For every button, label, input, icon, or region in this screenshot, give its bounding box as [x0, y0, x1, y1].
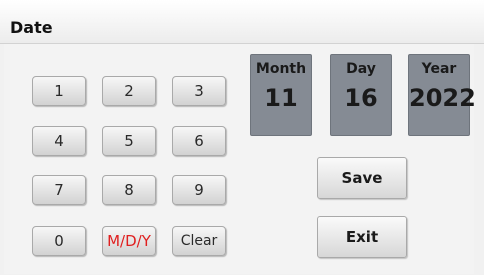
key-3[interactable]: 3	[172, 76, 226, 106]
day-value: 16	[344, 84, 378, 112]
date-dialog: Date 1 2 3 4 5 6 7 8 9 0 M/D/Y Clear Mon…	[0, 0, 484, 275]
month-value: 11	[264, 84, 298, 112]
month-label: Month	[255, 61, 307, 77]
dialog-body: 1 2 3 4 5 6 7 8 9 0 M/D/Y Clear Month 11…	[4, 44, 476, 274]
year-label: Year	[421, 61, 457, 77]
year-value: 2022	[409, 84, 476, 112]
key-0[interactable]: 0	[32, 226, 86, 256]
key-5[interactable]: 5	[102, 126, 156, 156]
exit-button[interactable]: Exit	[317, 216, 407, 258]
dialog-title: Date	[10, 18, 53, 37]
key-6[interactable]: 6	[172, 126, 226, 156]
clear-button[interactable]: Clear	[172, 226, 226, 256]
title-bar: Date	[0, 0, 484, 44]
key-7[interactable]: 7	[32, 175, 86, 205]
save-button[interactable]: Save	[317, 157, 407, 199]
year-field[interactable]: Year 2022	[408, 54, 476, 136]
month-field[interactable]: Month 11	[250, 54, 312, 136]
day-label: Day	[346, 61, 376, 77]
day-field[interactable]: Day 16	[330, 54, 392, 136]
key-2[interactable]: 2	[102, 76, 156, 106]
key-1[interactable]: 1	[32, 76, 86, 106]
key-8[interactable]: 8	[102, 175, 156, 205]
key-9[interactable]: 9	[172, 175, 226, 205]
date-format-button[interactable]: M/D/Y	[102, 226, 156, 256]
key-4[interactable]: 4	[32, 126, 86, 156]
